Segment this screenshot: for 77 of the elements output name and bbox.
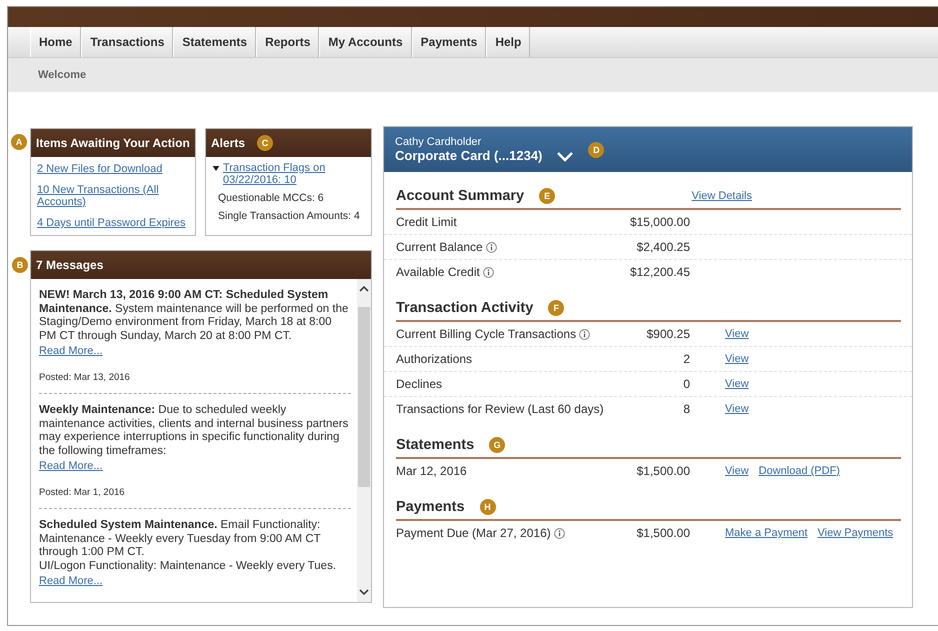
row-value: 8 xyxy=(682,402,690,416)
row-value: $15,000.00 xyxy=(628,215,690,229)
subnav-link[interactable]: Welcome xyxy=(38,69,86,81)
section-title: Payments xyxy=(396,499,465,515)
cardholder-name: Cathy Cardholder xyxy=(395,136,482,148)
callout-marker: E xyxy=(539,188,556,204)
scrollbar[interactable] xyxy=(357,279,371,602)
callout-marker: C xyxy=(257,135,274,151)
row-link[interactable]: View xyxy=(725,353,749,365)
nav-tab[interactable]: Statements xyxy=(173,27,256,57)
row-label: Current Balance xyxy=(396,240,483,254)
row-label: Payment Due (Mar 27, 2016) xyxy=(396,526,551,540)
callout-marker: F xyxy=(548,300,564,316)
action-link[interactable]: 4 Days until Password Expires xyxy=(37,217,189,229)
row-label: Declines xyxy=(396,377,442,391)
read-more-link[interactable]: Read More... xyxy=(39,575,103,587)
nav-tab[interactable]: Reports xyxy=(256,27,320,57)
row-value: $1,500.00 xyxy=(636,526,690,540)
nav-tab[interactable]: My Accounts xyxy=(319,27,412,57)
row-value: 2 xyxy=(682,352,690,366)
nav-tab[interactable]: Payments xyxy=(412,27,486,57)
row-link[interactable]: View xyxy=(725,328,749,340)
row-link[interactable]: View xyxy=(725,403,749,415)
scrollbar-thumb[interactable] xyxy=(358,307,370,487)
row-link[interactable]: Download (PDF) xyxy=(758,465,840,477)
row-label: Current Billing Cycle Transactions xyxy=(396,327,576,341)
row-label: Available Credit xyxy=(396,265,480,279)
message-text: Scheduled System Maintenance. Email Functionality: Maintenance - Weekly every Tuesday from 9:00 AM CT through 1:00 PM CT. xyxy=(39,519,322,560)
card-name[interactable]: Corporate Card (...1234) xyxy=(395,148,542,163)
alert-detail: Questionable MCCs: 6 xyxy=(217,191,325,204)
row-label: Credit Limit xyxy=(396,215,457,229)
chevron-down-icon[interactable] xyxy=(556,151,574,162)
read-more-link[interactable]: Read More... xyxy=(39,460,103,472)
row-value: $2,400.25 xyxy=(636,240,690,254)
row-link[interactable]: View Payments xyxy=(818,527,894,539)
message-text: Weekly Maintenance: Due to scheduled weekly maintenance activities, clients and internal business partners may experience interruptions in specific functionality during the following timeframes: xyxy=(39,404,350,458)
read-more-link[interactable]: Read More... xyxy=(39,345,103,357)
posted-date: Posted: Mar 1, 2016 xyxy=(39,487,126,498)
nav-tab[interactable]: Home xyxy=(30,27,82,57)
alert-link[interactable]: Transaction Flags on 03/22/2016: 10 xyxy=(223,162,365,186)
row-label: Authorizations xyxy=(396,352,472,366)
callout-marker: A xyxy=(11,134,27,150)
nav-tab[interactable]: Help xyxy=(486,27,530,57)
row-link[interactable]: Make a Payment xyxy=(725,527,808,539)
scroll-down-icon[interactable] xyxy=(359,588,369,596)
section-title: Transaction Activity xyxy=(396,300,534,316)
panel-title: Items Awaiting Your Action xyxy=(36,136,190,150)
panel-title: 7 Messages xyxy=(36,258,104,272)
message-text: NEW! March 13, 2016 9:00 AM CT: Scheduled System Maintenance. System maintenance will be performed on the Staging/Demo environment from Friday, March 18 at 8:00 PM CT through Sunday, March 20 at 8:00 PM CT. xyxy=(39,289,350,343)
message-text: UI/Logon Functionality: Maintenance - Weekly every Tues. xyxy=(39,560,338,573)
info-icon[interactable] xyxy=(579,328,590,340)
info-icon[interactable] xyxy=(482,266,494,278)
action-link[interactable]: 2 New Files for Download xyxy=(37,163,189,175)
row-link[interactable]: View xyxy=(725,378,749,390)
scroll-up-icon[interactable] xyxy=(359,285,369,293)
callout-marker: G xyxy=(489,437,506,453)
alert-detail: Single Transaction Amounts: 4 xyxy=(217,209,361,224)
section-title: Statements xyxy=(396,437,474,453)
nav-tab[interactable]: Transactions xyxy=(81,27,174,57)
posted-date: Posted: Mar 13, 2016 xyxy=(39,372,131,383)
row-value: $900.25 xyxy=(646,327,690,341)
row-label: Transactions for Review (Last 60 days) xyxy=(396,402,604,416)
callout-marker: B xyxy=(12,257,28,273)
expanded-triangle-icon[interactable] xyxy=(212,166,220,171)
panel-title: Alerts xyxy=(211,136,246,150)
callout-marker: D xyxy=(588,142,604,158)
view-details-link[interactable]: View Details xyxy=(692,190,752,202)
row-label: Mar 12, 2016 xyxy=(396,464,467,478)
row-value: $1,500.00 xyxy=(636,464,690,478)
row-link[interactable]: View xyxy=(725,465,749,477)
action-link[interactable]: 10 New Transactions (All Accounts) xyxy=(37,184,189,208)
section-title: Account Summary xyxy=(396,188,524,204)
info-icon[interactable] xyxy=(554,528,565,538)
row-value: $12,200.45 xyxy=(628,265,690,279)
callout-marker: H xyxy=(480,499,496,515)
info-icon[interactable] xyxy=(486,242,497,252)
row-value: 0 xyxy=(682,377,690,391)
